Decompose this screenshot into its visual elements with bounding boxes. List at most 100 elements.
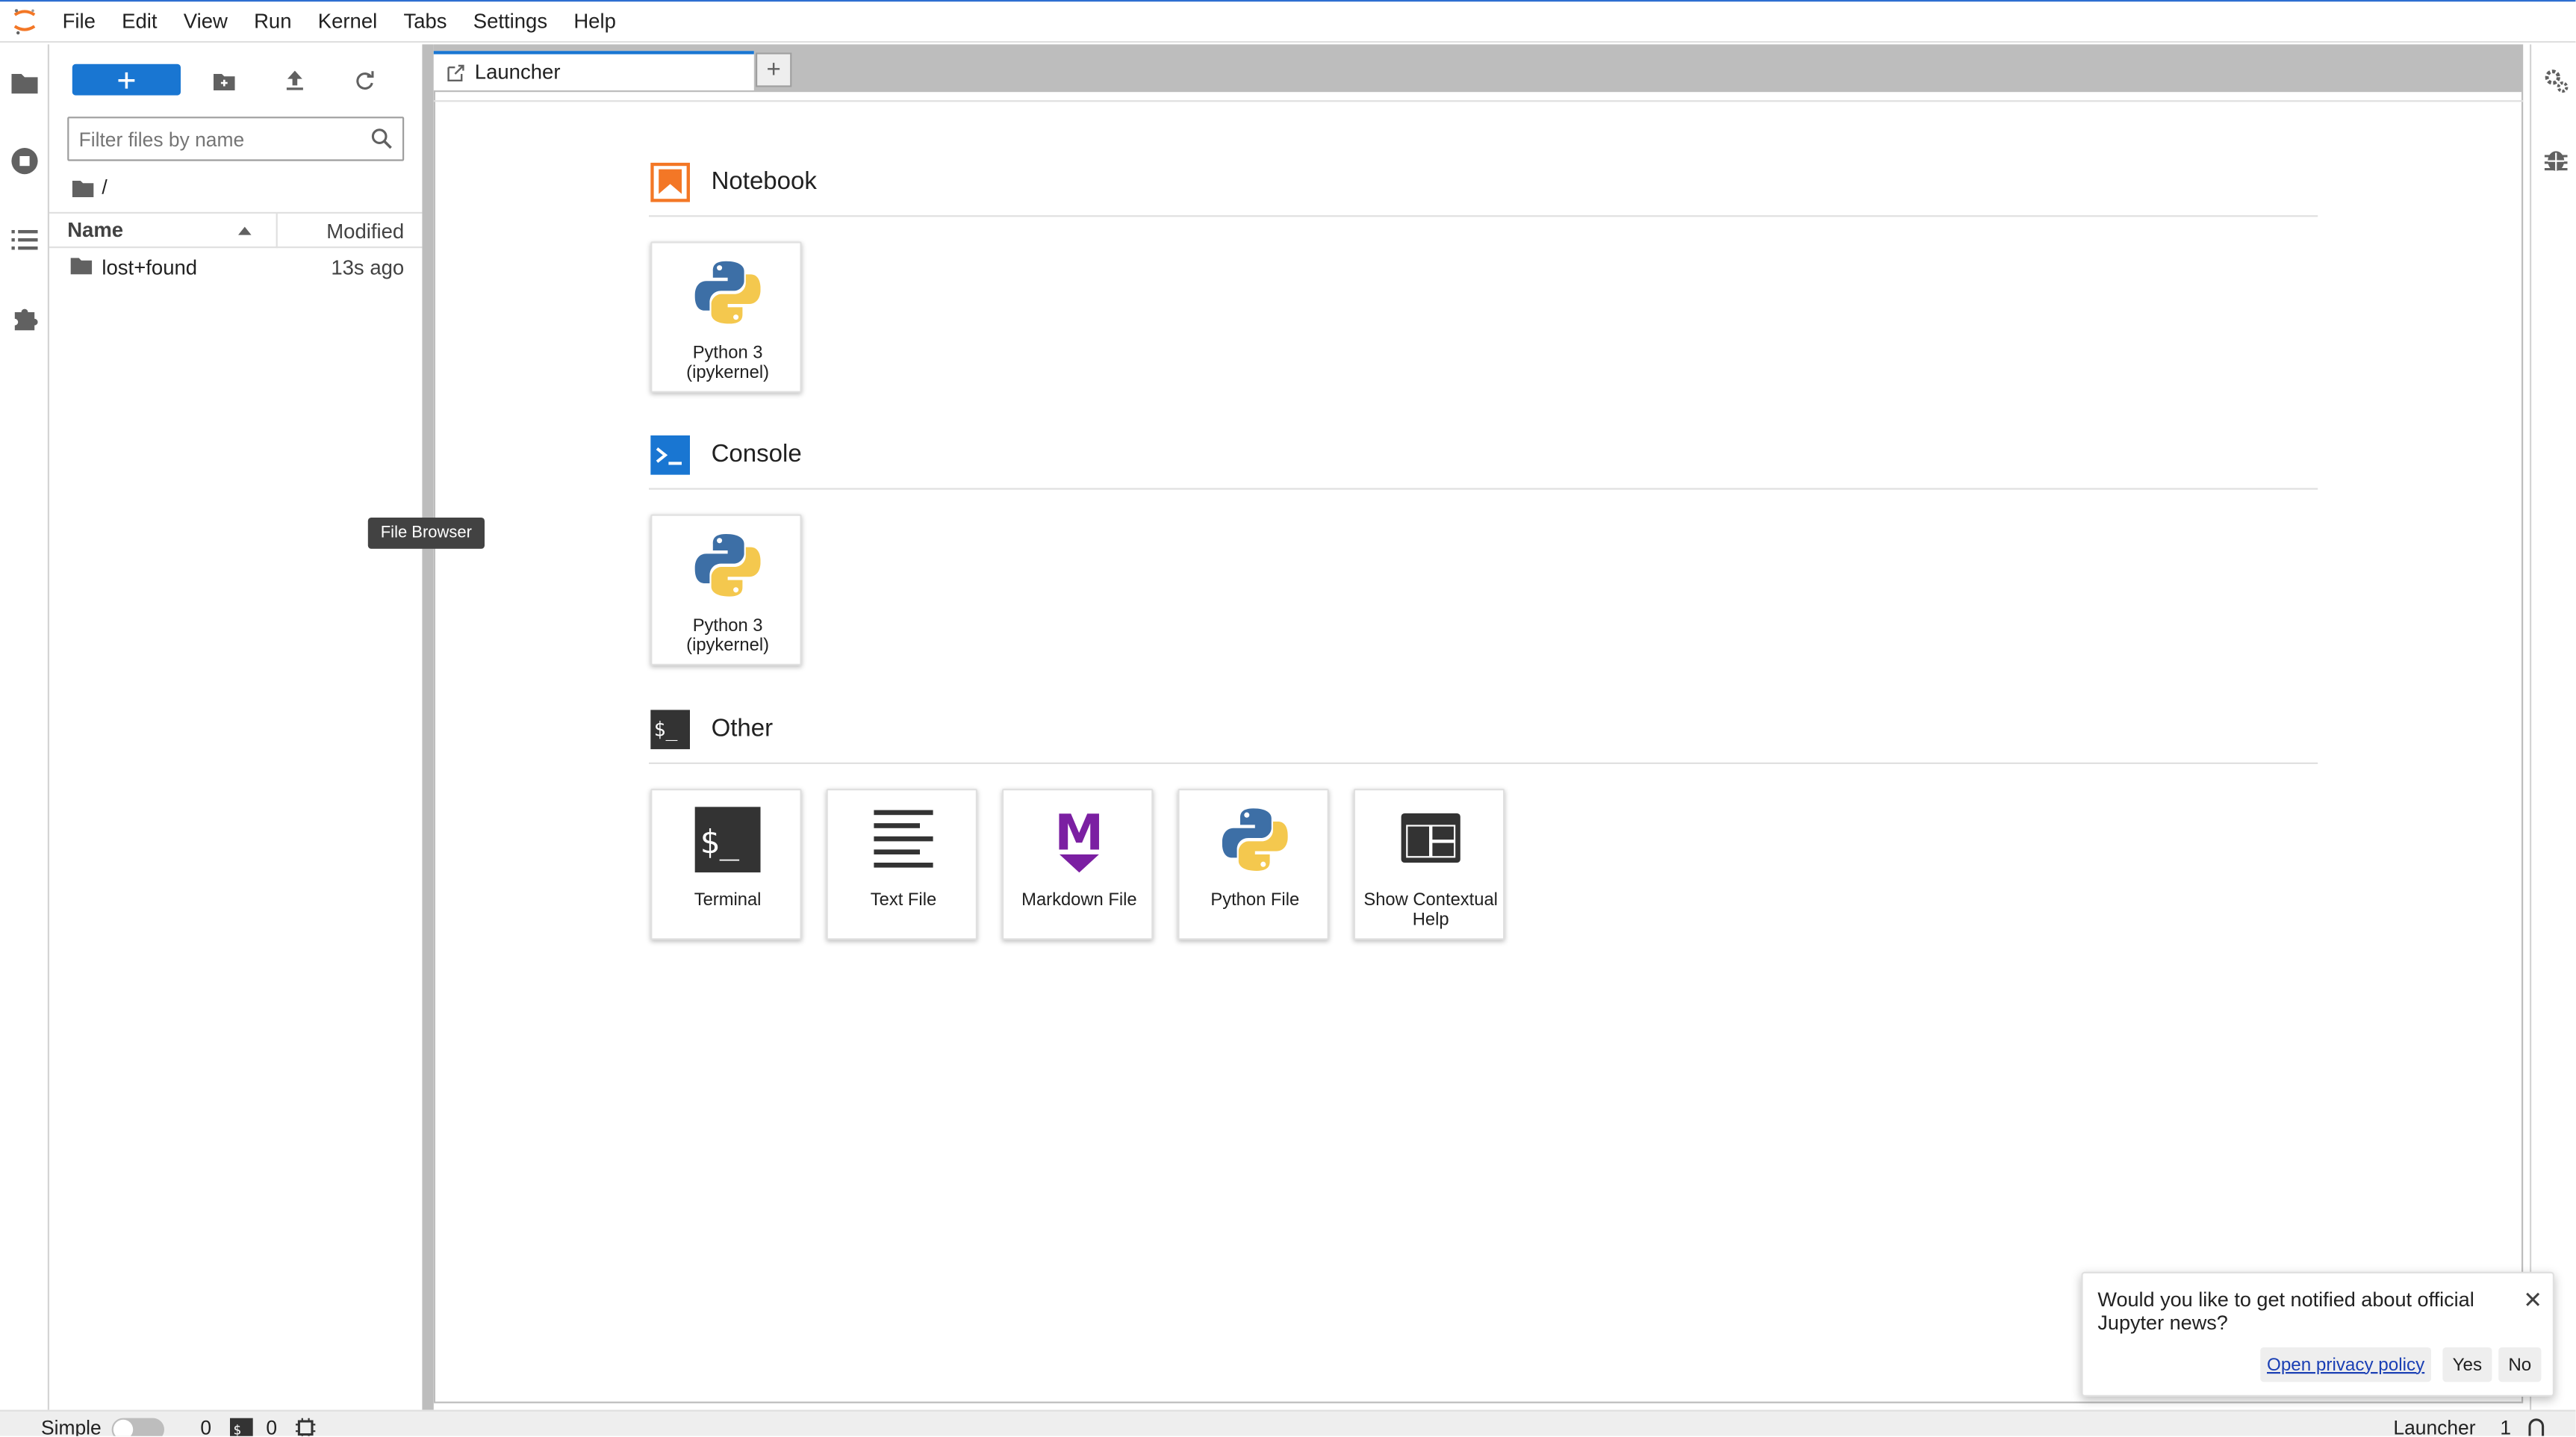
notebook-icon — [650, 162, 690, 202]
table-of-contents-tab[interactable] — [0, 215, 49, 264]
upload-button[interactable] — [278, 64, 311, 97]
card-label: Show Contextual Help — [1363, 890, 1498, 930]
active-document-label: Launcher — [2393, 1416, 2476, 1436]
python-logo-icon — [1217, 802, 1292, 878]
file-list-item[interactable]: lost+found 13s ago — [49, 249, 422, 285]
menu-settings[interactable]: Settings — [460, 0, 561, 43]
menu-file[interactable]: File — [49, 0, 109, 43]
new-folder-button[interactable] — [207, 64, 240, 97]
simple-mode-toggle[interactable] — [111, 1418, 164, 1436]
refresh-icon — [356, 71, 374, 90]
launcher-card-notebook-python3[interactable]: Python 3 (ipykernel) — [650, 241, 802, 393]
jupyter-logo-icon[interactable] — [0, 0, 49, 43]
breadcrumb-root[interactable]: / — [102, 176, 107, 199]
no-button[interactable]: No — [2498, 1347, 2542, 1382]
close-icon[interactable]: ✕ — [2523, 1287, 2542, 1315]
bell-icon[interactable] — [2527, 1416, 2546, 1436]
menu-run[interactable]: Run — [240, 0, 305, 43]
refresh-button[interactable] — [348, 64, 381, 97]
python-logo-icon — [690, 527, 765, 603]
folder-icon — [11, 74, 38, 94]
file-name: lost+found — [102, 256, 198, 279]
folder-icon[interactable] — [72, 179, 94, 196]
launcher-icon — [447, 63, 464, 81]
svg-text:$_: $_ — [654, 718, 678, 742]
main-tab-bar: Launcher + — [433, 44, 2524, 90]
file-list-header: Name Modified — [49, 211, 423, 249]
menu-view[interactable]: View — [170, 0, 240, 43]
tab-label: Launcher — [474, 60, 561, 84]
section-header: $_ Other — [649, 705, 2318, 764]
terminal-count[interactable]: 0 — [200, 1416, 211, 1436]
card-label: Terminal — [694, 890, 762, 910]
svg-text:$: $ — [233, 1424, 241, 1436]
card-label: Python 3 (ipykernel) — [686, 616, 770, 655]
stop-circle-icon — [11, 148, 38, 175]
sort-ascending-icon — [238, 226, 252, 235]
panel-splitter[interactable] — [422, 44, 434, 1410]
launcher-card-markdown-file[interactable]: M Markdown File — [1002, 789, 1154, 940]
toggle-knob — [113, 1419, 134, 1436]
column-divider[interactable] — [276, 214, 278, 249]
section-title: Other — [711, 715, 774, 743]
list-icon — [11, 230, 38, 250]
menu-help[interactable]: Help — [561, 0, 629, 43]
section-title: Notebook — [711, 167, 817, 196]
left-sidebar — [0, 44, 49, 1410]
folder-icon — [70, 258, 93, 275]
gears-icon — [2545, 69, 2569, 93]
terminal-status-icon[interactable]: $ — [230, 1418, 253, 1436]
file-filter-input[interactable] — [78, 127, 358, 151]
text-file-icon — [865, 802, 941, 878]
debugger-tab[interactable] — [2539, 143, 2572, 176]
upload-icon — [285, 70, 302, 90]
file-browser-tab[interactable] — [0, 58, 49, 107]
notification-count[interactable]: 1 — [2500, 1416, 2511, 1436]
menu-edit[interactable]: Edit — [109, 0, 171, 43]
card-label: Python File — [1210, 890, 1300, 910]
plus-icon — [118, 71, 135, 88]
launcher-card-terminal[interactable]: $_ Terminal — [650, 789, 802, 940]
tab-launcher[interactable]: Launcher — [433, 51, 754, 90]
terminal-section-icon: $_ — [650, 710, 690, 750]
kernel-count[interactable]: 0 — [266, 1416, 277, 1436]
card-label: Python 3 (ipykernel) — [686, 343, 770, 382]
file-modified: 13s ago — [331, 256, 405, 279]
menu-tabs[interactable]: Tabs — [391, 0, 460, 43]
launcher-card-console-python3[interactable]: Python 3 (ipykernel) — [650, 514, 802, 665]
launcher-card-python-file[interactable]: Python File — [1177, 789, 1329, 940]
name-column-header[interactable]: Name — [67, 219, 123, 242]
launcher-card-contextual-help[interactable]: Show Contextual Help — [1353, 789, 1505, 940]
simple-mode-label: Simple — [41, 1416, 102, 1436]
notification-message: Would you like to get notified about off… — [2097, 1288, 2474, 1335]
privacy-policy-button[interactable]: Open privacy policy — [2260, 1347, 2431, 1382]
launcher-top-divider — [433, 90, 2524, 102]
svg-text:$_: $_ — [700, 823, 739, 861]
file-browser-toolbar — [49, 58, 422, 104]
new-launcher-button[interactable] — [72, 63, 181, 96]
file-filter-box[interactable] — [67, 117, 405, 161]
yes-button[interactable]: Yes — [2442, 1347, 2492, 1382]
privacy-policy-link[interactable]: Open privacy policy — [2267, 1355, 2424, 1374]
card-label: Markdown File — [1021, 890, 1137, 910]
right-sidebar — [2530, 44, 2576, 1410]
markdown-icon: M — [1042, 802, 1117, 878]
running-sessions-tab[interactable] — [0, 137, 49, 186]
modified-column-header[interactable]: Modified — [326, 220, 404, 243]
bug-icon — [2544, 151, 2568, 171]
menu-kernel[interactable]: Kernel — [305, 0, 391, 43]
breadcrumb: / — [72, 173, 108, 202]
launcher-card-text-file[interactable]: Text File — [826, 789, 977, 940]
status-bar: Simple 0 $ 0 Launcher 1 — [0, 1409, 2576, 1436]
puzzle-icon — [14, 308, 38, 331]
jupyterlab-window: File Edit View Run Kernel Tabs Settings … — [0, 0, 2576, 1436]
tooltip: File Browser — [367, 518, 485, 549]
new-tab-button[interactable]: + — [756, 52, 792, 87]
menu-bar: File Edit View Run Kernel Tabs Settings … — [0, 0, 2576, 43]
extension-manager-tab[interactable] — [0, 294, 49, 344]
property-inspector-tab[interactable] — [2539, 64, 2572, 97]
kernel-status-icon[interactable] — [296, 1418, 316, 1436]
svg-text:M: M — [1054, 804, 1104, 861]
contextual-help-icon — [1393, 802, 1469, 878]
search-icon — [371, 128, 392, 149]
